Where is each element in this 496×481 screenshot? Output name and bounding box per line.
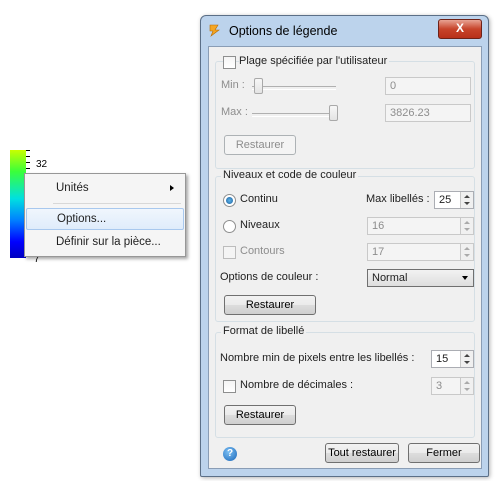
format-reset-button[interactable]: Restaurer (224, 405, 296, 425)
niveaux-spinner[interactable]: 16 (367, 217, 474, 235)
levels-group-title: Niveaux et code de couleur (221, 169, 359, 181)
decimals-label: Nombre de décimales : (240, 379, 354, 391)
min-slider-thumb[interactable] (254, 78, 263, 94)
spin-down-icon (464, 202, 470, 205)
contours-spinner[interactable]: 17 (367, 243, 474, 261)
continu-radio[interactable] (223, 194, 236, 207)
decimals-spinner[interactable]: 3 (431, 377, 474, 395)
niveaux-label: Niveaux (240, 219, 280, 231)
decimals-checkbox[interactable] (223, 380, 236, 393)
contours-spin-buttons[interactable] (460, 244, 473, 260)
legend-tick-top (26, 150, 30, 151)
spin-up-icon (464, 354, 470, 357)
dialog-title: Options de légende (229, 24, 338, 38)
levels-reset-button[interactable]: Restaurer (224, 295, 316, 315)
legend-options-dialog: Options de légende X Plage spécifiée par… (200, 15, 489, 477)
context-menu: Unités Options... Définir sur la pièce..… (24, 173, 186, 257)
spin-up-icon (464, 381, 470, 384)
spin-up-icon (464, 221, 470, 224)
legend-top-label: 32 (36, 159, 48, 170)
max-slider-thumb[interactable] (329, 105, 338, 121)
levels-group: Niveaux et code de couleur Continu Max l… (215, 169, 475, 322)
max-value-field[interactable]: 3826.23 (385, 104, 471, 122)
menu-item-unites-label: Unités (56, 182, 89, 194)
spin-down-icon (464, 254, 470, 257)
min-value-field[interactable]: 0 (385, 77, 471, 95)
dialog-titlebar[interactable]: Options de légende X (201, 16, 488, 44)
app-icon (209, 24, 220, 37)
legend-tick-3 (26, 162, 30, 163)
decimals-value: 3 (436, 380, 443, 392)
continu-label: Continu (240, 193, 278, 205)
help-icon[interactable]: ? (223, 447, 237, 461)
min-pixels-spin-buttons[interactable] (460, 351, 473, 367)
close-button[interactable]: X (438, 19, 482, 39)
reset-all-button[interactable]: Tout restaurer (325, 443, 399, 463)
chevron-down-icon (462, 276, 468, 280)
min-pixels-spinner[interactable]: 15 (431, 350, 474, 368)
color-options-select[interactable]: Normal (367, 269, 474, 287)
menu-item-definir[interactable]: Définir sur la pièce... (26, 231, 184, 253)
max-labels-spinner[interactable]: 25 (434, 191, 474, 209)
user-range-label: Plage spécifiée par l'utilisateur (239, 55, 390, 67)
contours-label: Contours (240, 245, 285, 257)
spin-down-icon (464, 228, 470, 231)
dialog-client-area: Plage spécifiée par l'utilisateur Min : … (208, 46, 482, 469)
max-labels-label: Max libellés : (366, 193, 430, 205)
spin-down-icon (464, 361, 470, 364)
min-slider-track[interactable] (252, 86, 336, 90)
max-slider-track[interactable] (252, 113, 336, 117)
fermer-button[interactable]: Fermer (408, 443, 480, 463)
niveaux-spin-buttons[interactable] (460, 218, 473, 234)
contours-value: 17 (372, 246, 385, 258)
niveaux-value: 16 (372, 220, 385, 232)
decimals-spin-buttons[interactable] (460, 378, 473, 394)
user-range-checkbox[interactable] (223, 56, 236, 69)
min-pixels-value: 15 (436, 353, 449, 365)
submenu-arrow-icon (170, 185, 174, 191)
range-reset-button[interactable]: Restaurer (224, 135, 296, 155)
color-options-label: Options de couleur : (220, 271, 319, 283)
spin-down-icon (464, 388, 470, 391)
menu-separator (53, 203, 181, 204)
format-group-title: Format de libellé (221, 325, 307, 337)
format-group: Format de libellé Nombre min de pixels e… (215, 325, 475, 438)
max-label: Max : (221, 106, 248, 118)
niveaux-radio[interactable] (223, 220, 236, 233)
menu-item-definir-label: Définir sur la pièce... (56, 236, 161, 248)
legend-tick-4 (26, 168, 30, 169)
min-label: Min : (221, 79, 245, 91)
max-labels-spin-buttons[interactable] (460, 192, 473, 208)
range-group: Plage spécifiée par l'utilisateur Min : … (215, 55, 475, 169)
max-labels-value: 25 (439, 194, 452, 206)
spin-up-icon (464, 247, 470, 250)
menu-item-unites[interactable]: Unités (26, 177, 184, 199)
contours-checkbox[interactable] (223, 246, 236, 259)
min-pixels-label: Nombre min de pixels entre les libellés … (220, 352, 415, 364)
legend-tick-2 (26, 156, 30, 157)
color-options-value: Normal (372, 272, 408, 284)
menu-item-options[interactable]: Options... (26, 208, 184, 230)
menu-item-options-label: Options... (57, 213, 107, 225)
spin-up-icon (464, 195, 470, 198)
